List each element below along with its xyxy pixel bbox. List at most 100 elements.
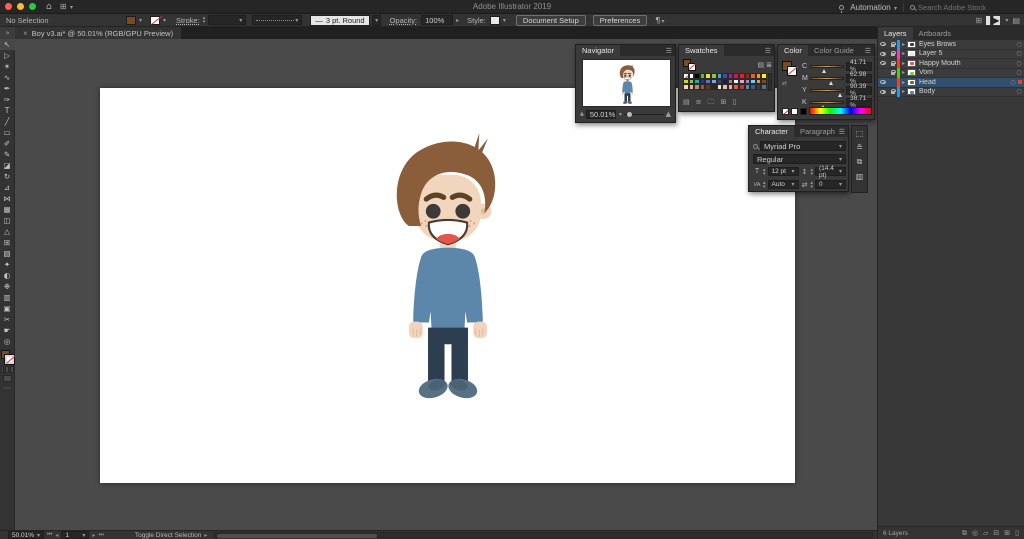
zoom-out-icon[interactable]: ▲	[580, 111, 584, 117]
last-artboard-icon[interactable]: ⏭	[98, 531, 103, 539]
opacity-label[interactable]: Opacity:	[390, 16, 418, 25]
cyan-value[interactable]: 41.71 %	[846, 62, 872, 71]
navigator-zoom-slider[interactable]	[624, 114, 664, 115]
curvature-tool-icon[interactable]: ✑	[0, 94, 15, 105]
color-mode-buttons[interactable]	[1, 366, 14, 373]
collect-for-export-icon[interactable]: ⧉	[962, 529, 967, 538]
expand-chevron-icon[interactable]: ▸	[900, 50, 907, 57]
paintbrush-tool-icon[interactable]: ✐	[0, 138, 15, 149]
none-swatch[interactable]	[782, 108, 789, 115]
layer-name[interactable]: Body	[919, 88, 1014, 95]
color-spectrum-bar[interactable]	[809, 107, 872, 115]
stock-search[interactable]	[910, 3, 1020, 12]
target-circle-icon[interactable]: ○	[1014, 50, 1024, 57]
pencil-tool-icon[interactable]: ✎	[0, 149, 15, 160]
color-tab[interactable]: Color	[778, 45, 808, 56]
stroke-chevron-icon[interactable]: ▾	[163, 17, 166, 24]
expand-chevron-icon[interactable]: ▸	[900, 88, 907, 95]
stroke-width-dropdown[interactable]: ▾	[208, 15, 246, 25]
boy-illustration[interactable]	[375, 127, 521, 405]
lightbulb-icon[interactable]	[839, 5, 844, 10]
color-fill-stroke[interactable]	[782, 61, 797, 76]
free-transform-tool-icon[interactable]: ▦	[0, 204, 15, 215]
target-circle-icon[interactable]: ○	[1014, 41, 1024, 48]
prev-artboard-icon[interactable]: ◂	[55, 532, 58, 539]
scale-tool-icon[interactable]: ⊿	[0, 182, 15, 193]
layer-name[interactable]: Eyes Brows	[919, 41, 1014, 48]
rectangle-tool-icon[interactable]: ▭	[0, 127, 15, 138]
color-menu-icon[interactable]: ☰	[865, 47, 871, 55]
align-panel-icon[interactable]: ≞	[856, 143, 863, 152]
white-swatch[interactable]	[791, 108, 798, 115]
lock-icon[interactable]	[888, 42, 897, 47]
lock-icon[interactable]	[888, 61, 897, 66]
style-chevron-icon[interactable]: ▾	[503, 17, 506, 24]
mesh-tool-icon[interactable]: ⊞	[0, 237, 15, 248]
perspective-grid-tool-icon[interactable]: △	[0, 226, 15, 237]
visibility-eye-icon[interactable]	[878, 90, 888, 94]
swatch[interactable]	[683, 73, 689, 79]
yellow-slider[interactable]	[810, 89, 844, 92]
zoom-tool-icon[interactable]: ◎	[0, 336, 15, 347]
layer-name[interactable]: Happy Mouth	[919, 60, 1014, 67]
close-tab-icon[interactable]: ×	[23, 29, 28, 38]
line-segment-tool-icon[interactable]: ╱	[0, 116, 15, 127]
grid-view-icon[interactable]: ⊞	[975, 16, 982, 25]
document-tab[interactable]: × Boy v3.ai* @ 50.01% (RGB/GPU Preview)	[15, 27, 181, 39]
target-circle-icon[interactable]: ○	[1014, 60, 1024, 67]
swatch-grid-view-icon[interactable]: ▤	[758, 61, 765, 69]
navigator-thumbnail[interactable]	[582, 59, 671, 107]
status-expand-icon[interactable]: ▸	[204, 532, 207, 539]
gradient-tool-icon[interactable]: ▧	[0, 248, 15, 259]
target-circle-icon[interactable]: ○	[1014, 88, 1024, 95]
layer-row[interactable]: ▸ Body○	[878, 88, 1024, 98]
selection-tool-icon[interactable]: ↖	[0, 39, 15, 50]
column-graph-tool-icon[interactable]: ▥	[0, 292, 15, 303]
opacity-field[interactable]: 100%	[421, 15, 453, 25]
layer-name[interactable]: Layer 5	[919, 50, 1014, 57]
eraser-tool-icon[interactable]: ◪	[0, 160, 15, 171]
automation-dropdown[interactable]: Automation ▾	[850, 3, 897, 12]
visibility-eye-icon[interactable]	[878, 80, 888, 84]
draw-mode-button[interactable]	[3, 375, 12, 382]
document-setup-button[interactable]: Document Setup	[516, 15, 586, 26]
stroke-width-stepper[interactable]: ▴▾	[203, 16, 206, 24]
lock-icon[interactable]	[888, 89, 897, 94]
swatch-list-view-icon[interactable]: ≣	[766, 61, 772, 69]
workspace-chevron-icon[interactable]: ▾	[1005, 17, 1008, 24]
fill-color-swatch[interactable]	[126, 16, 136, 25]
new-layer-icon[interactable]: ⊞	[1004, 529, 1010, 538]
next-artboard-icon[interactable]: ▸	[92, 532, 95, 539]
visibility-eye-icon[interactable]	[878, 52, 888, 56]
black-swatch[interactable]	[800, 108, 807, 115]
brush-definition-dropdown[interactable]: —3 pt. Round	[310, 15, 369, 26]
navigator-menu-icon[interactable]: ☰	[666, 47, 672, 55]
panel-options-icon[interactable]: ▤	[1012, 16, 1020, 25]
width-profile-dropdown[interactable]: ▾	[252, 15, 302, 25]
locate-object-icon[interactable]: ◎	[972, 529, 978, 538]
black-slider[interactable]	[810, 101, 844, 104]
new-sublayer-icon[interactable]: ⊟	[993, 529, 999, 538]
slice-tool-icon[interactable]: ✂	[0, 314, 15, 325]
fill-chevron-icon[interactable]: ▾	[139, 17, 142, 24]
paragraph-tab[interactable]: Paragraph	[794, 126, 841, 137]
kerning-dropdown[interactable]: Auto▾	[768, 180, 799, 189]
new-swatch-icon[interactable]: ⊞	[721, 98, 727, 109]
stroke-label[interactable]: Stroke:	[176, 16, 200, 25]
libraries-panel-icon[interactable]: ▥	[856, 172, 864, 181]
type-tool-icon[interactable]: T	[0, 105, 15, 116]
expand-chevron-icon[interactable]: ▸	[900, 60, 907, 67]
cyan-slider[interactable]	[810, 65, 844, 68]
first-artboard-icon[interactable]: ⏮	[47, 531, 52, 539]
layer-name[interactable]: Head	[919, 79, 1008, 86]
artboard-number-dropdown[interactable]: 1▾	[61, 531, 89, 539]
swatch-kinds-icon[interactable]: ≡	[696, 98, 702, 109]
visibility-eye-icon[interactable]	[878, 42, 888, 46]
hand-tool-icon[interactable]: ☛	[0, 325, 15, 336]
lock-icon[interactable]	[888, 51, 897, 56]
opacity-stepper-icon[interactable]: ▸	[456, 17, 459, 24]
artboards-tab[interactable]: Artboards	[913, 27, 958, 40]
edit-toolbar-icon[interactable]: ⋯	[4, 384, 11, 392]
tracking-dropdown[interactable]: 0▾	[815, 180, 846, 189]
target-circle-icon[interactable]: ○	[1008, 79, 1018, 86]
